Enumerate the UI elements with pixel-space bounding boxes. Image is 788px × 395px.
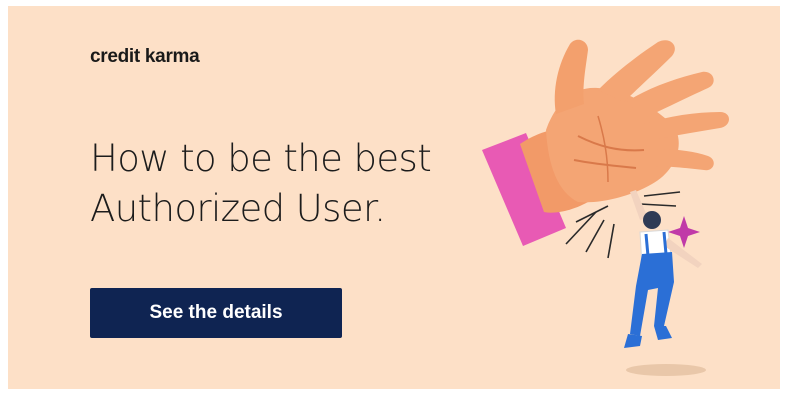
credit-karma-logo: credit karma [90,46,200,67]
headline: How to be the best Authorized User. [90,134,490,234]
headline-line-1: How to be the best [90,137,432,180]
jumping-person-icon [624,190,706,376]
high-five-illustration [482,39,729,376]
headline-line-2: Authorized User. [90,187,386,230]
see-details-button[interactable]: See the details [90,288,342,338]
hand-icon [520,39,729,213]
ad-banner[interactable]: credit karma How to be the best Authoriz… [8,6,780,389]
